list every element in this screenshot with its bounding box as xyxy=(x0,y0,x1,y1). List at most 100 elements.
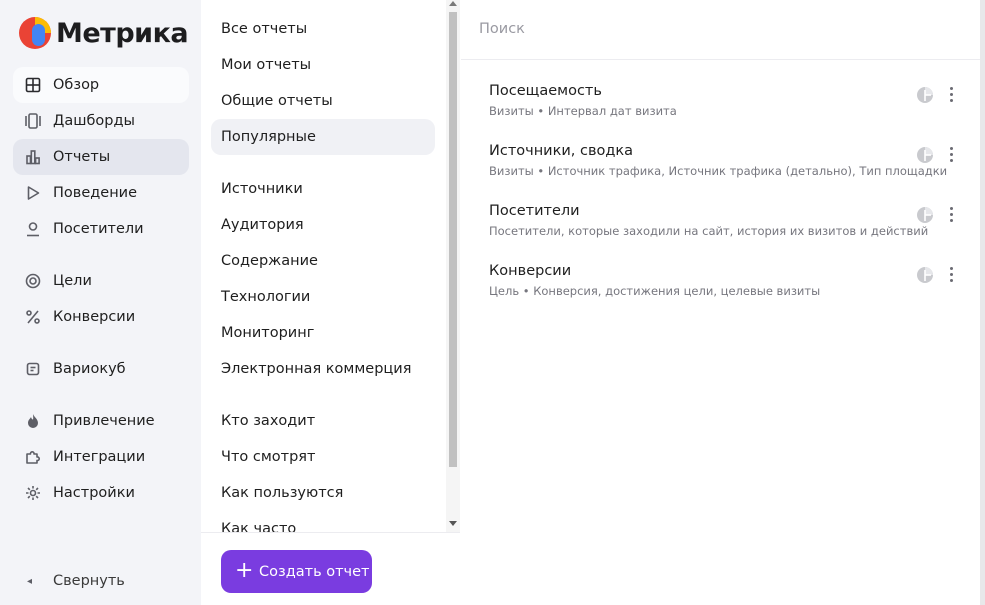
category-item-who-visits[interactable]: Кто заходит xyxy=(211,403,435,439)
target-icon xyxy=(24,272,42,290)
category-list: Все отчеты Мои отчеты Общие отчеты Попул… xyxy=(201,0,446,532)
scroll-down-arrow-icon[interactable] xyxy=(449,521,457,526)
sidebar-item-label: Посетители xyxy=(53,221,144,237)
report-row[interactable]: Конверсии Цель • Конверсия, достижения ц… xyxy=(489,262,969,306)
sidebar-item-label: Цели xyxy=(53,273,92,289)
report-title: Источники, сводка xyxy=(489,143,634,159)
category-label: Кто заходит xyxy=(221,413,316,429)
search-input[interactable] xyxy=(479,14,959,44)
variocube-icon xyxy=(24,360,42,378)
category-label: Как часто xyxy=(221,521,297,532)
pie-chart-icon[interactable] xyxy=(916,86,934,104)
reports-panel: Посещаемость Визиты • Интервал дат визит… xyxy=(461,0,981,605)
gear-icon xyxy=(24,484,42,502)
category-item-mine[interactable]: Мои отчеты xyxy=(211,47,435,83)
more-options-icon[interactable] xyxy=(941,84,961,104)
category-label: Мониторинг xyxy=(221,325,315,341)
report-description: Визиты • Интервал дат визита xyxy=(489,104,677,118)
sidebar-item-reports[interactable]: Отчеты xyxy=(13,139,189,175)
sidebar-item-overview[interactable]: Обзор xyxy=(13,67,189,103)
report-title: Конверсии xyxy=(489,263,572,279)
report-description: Цель • Конверсия, достижения цели, целев… xyxy=(489,284,821,298)
pie-chart-icon[interactable] xyxy=(916,266,934,284)
sidebar-item-dashboards[interactable]: Дашборды xyxy=(13,103,189,139)
plus-icon: + xyxy=(235,558,254,583)
window-edge xyxy=(980,0,985,605)
chevron-left-icon: ◂ xyxy=(27,576,33,587)
more-options-icon[interactable] xyxy=(941,144,961,164)
report-row[interactable]: Посетители Посетители, которые заходили … xyxy=(489,202,969,246)
category-label: Как пользуются xyxy=(221,485,344,501)
categories-footer: + Создать отчет xyxy=(201,532,460,605)
sidebar-item-label: Дашборды xyxy=(53,113,135,129)
sidebar-item-label: Интеграции xyxy=(53,449,146,465)
category-item-technologies[interactable]: Технологии xyxy=(211,279,435,315)
category-item-monitoring[interactable]: Мониторинг xyxy=(211,315,435,351)
collapse-button[interactable]: ◂ Свернуть xyxy=(13,564,189,600)
category-label: Общие отчеты xyxy=(221,93,333,109)
category-label: Содержание xyxy=(221,253,318,269)
logo-text: Метрика xyxy=(56,17,189,49)
sidebar-item-settings[interactable]: Настройки xyxy=(13,475,189,511)
more-options-icon[interactable] xyxy=(941,204,961,224)
category-item-how-they-use[interactable]: Как пользуются xyxy=(211,475,435,511)
grid-icon xyxy=(24,76,42,94)
category-label: Источники xyxy=(221,181,303,197)
search-bar xyxy=(461,0,980,60)
pie-chart-icon[interactable] xyxy=(916,206,934,224)
report-row[interactable]: Посещаемость Визиты • Интервал дат визит… xyxy=(489,82,969,126)
category-label: Что смотрят xyxy=(221,449,316,465)
report-row[interactable]: Источники, сводка Визиты • Источник траф… xyxy=(489,142,969,186)
sidebar-item-label: Поведение xyxy=(53,185,138,201)
category-label: Электронная коммерция xyxy=(221,361,412,377)
category-label: Мои отчеты xyxy=(221,57,312,73)
category-label: Популярные xyxy=(221,129,316,145)
category-label: Все отчеты xyxy=(221,21,308,37)
flame-icon xyxy=(24,412,42,430)
collapse-label: Свернуть xyxy=(53,573,125,589)
category-item-what-they-view[interactable]: Что смотрят xyxy=(211,439,435,475)
category-item-content[interactable]: Содержание xyxy=(211,243,435,279)
dashboards-icon xyxy=(24,112,42,130)
category-label: Технологии xyxy=(221,289,311,305)
category-item-all[interactable]: Все отчеты xyxy=(211,11,435,47)
pie-chart-icon[interactable] xyxy=(916,146,934,164)
sidebar-item-label: Обзор xyxy=(53,77,100,93)
sidebar-item-variocube[interactable]: Вариокуб xyxy=(13,351,189,387)
scroll-up-arrow-icon[interactable] xyxy=(449,1,457,6)
sidebar-item-conversions[interactable]: Конверсии xyxy=(13,299,189,335)
play-icon xyxy=(24,184,42,202)
report-title: Посетители xyxy=(489,203,580,219)
puzzle-icon xyxy=(24,448,42,466)
logo[interactable]: Метрика xyxy=(18,16,189,50)
percent-icon xyxy=(24,308,42,326)
report-description: Визиты • Источник трафика, Источник траф… xyxy=(489,164,948,178)
category-item-popular[interactable]: Популярные xyxy=(211,119,435,155)
category-label: Аудитория xyxy=(221,217,304,233)
sidebar-item-label: Привлечение xyxy=(53,413,155,429)
sidebar-item-integrations[interactable]: Интеграции xyxy=(13,439,189,475)
sidebar: Метрика Обзор Дашборды Отчеты Поведение … xyxy=(0,0,201,605)
category-item-how-often[interactable]: Как часто xyxy=(211,511,435,532)
report-description: Посетители, которые заходили на сайт, ис… xyxy=(489,224,929,238)
scrollbar-thumb[interactable] xyxy=(449,12,457,467)
category-item-sources[interactable]: Источники xyxy=(211,171,435,207)
user-icon xyxy=(24,220,42,238)
category-scrollbar[interactable] xyxy=(446,0,460,532)
sidebar-item-behavior[interactable]: Поведение xyxy=(13,175,189,211)
category-item-shared[interactable]: Общие отчеты xyxy=(211,83,435,119)
bar-chart-icon xyxy=(24,148,42,166)
sidebar-item-label: Конверсии xyxy=(53,309,136,325)
category-item-audience[interactable]: Аудитория xyxy=(211,207,435,243)
report-categories-panel: Все отчеты Мои отчеты Общие отчеты Попул… xyxy=(201,0,460,605)
more-options-icon[interactable] xyxy=(941,264,961,284)
sidebar-item-goals[interactable]: Цели xyxy=(13,263,189,299)
sidebar-item-label: Вариокуб xyxy=(53,361,126,377)
sidebar-item-acquisition[interactable]: Привлечение xyxy=(13,403,189,439)
sidebar-item-label: Отчеты xyxy=(53,149,111,165)
sidebar-item-label: Настройки xyxy=(53,485,135,501)
metrika-logo-icon xyxy=(18,16,52,50)
create-report-button[interactable]: + Создать отчет xyxy=(221,550,372,593)
sidebar-item-visitors[interactable]: Посетители xyxy=(13,211,189,247)
category-item-ecommerce[interactable]: Электронная коммерция xyxy=(211,351,435,387)
